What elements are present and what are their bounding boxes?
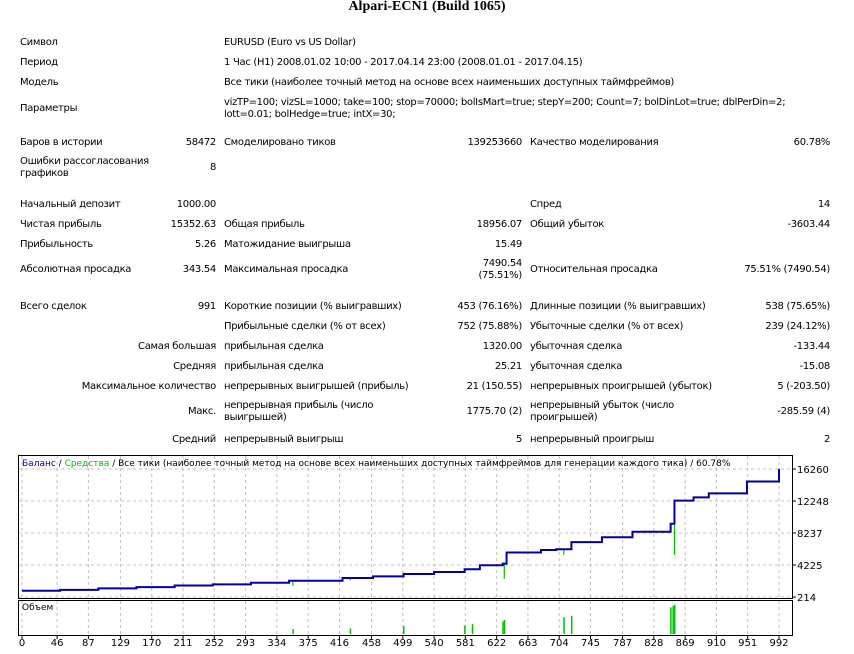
x-tick-label: 334: [267, 638, 286, 649]
volume-bar: [673, 604, 676, 634]
x-tick-label: 992: [769, 638, 788, 649]
x-tick-label: 828: [644, 638, 663, 649]
volume-bar: [570, 615, 573, 634]
x-tick-label: 540: [425, 638, 444, 649]
x-tick-label: 46: [51, 638, 64, 649]
volume-plot-frame: [18, 600, 793, 636]
legend-equity: Средства: [65, 459, 110, 469]
y-tick-label: 4225: [797, 561, 822, 572]
x-tick-label: 910: [707, 638, 726, 649]
volume-bar: [403, 626, 405, 634]
x-tick-label: 704: [550, 638, 569, 649]
x-tick-label: 581: [456, 638, 475, 649]
x-tick-label: 458: [362, 638, 381, 649]
y-tick-label: 214: [797, 593, 816, 604]
volume-bar: [471, 624, 474, 634]
x-tick-label: 0: [19, 638, 25, 649]
volume-bar: [292, 629, 294, 634]
x-tick-label: 869: [676, 638, 695, 649]
x-tick-label: 293: [236, 638, 255, 649]
volume-bar: [563, 617, 565, 634]
x-tick-label: 622: [487, 638, 506, 649]
x-tick-label: 951: [738, 638, 757, 649]
legend-balance: Баланс: [22, 459, 56, 469]
legend-description: / Все тики (наиболее точный метод на осн…: [109, 459, 731, 469]
x-tick-label: 787: [613, 638, 632, 649]
y-tick-label: 8237: [797, 529, 822, 540]
volume-bar: [670, 607, 672, 634]
x-tick-label: 416: [330, 638, 349, 649]
volume-label: Объем: [22, 603, 53, 613]
chart-legend: Баланс / Средства / Все тики (наиболее т…: [22, 459, 731, 469]
x-tick-label: 170: [142, 638, 161, 649]
volume-bar: [672, 606, 674, 634]
x-tick-label: 745: [581, 638, 600, 649]
y-tick-label: 12248: [797, 497, 829, 508]
volume-bar: [503, 620, 506, 634]
y-tick-label: 16260: [797, 465, 829, 476]
x-tick-label: 87: [82, 638, 95, 649]
x-tick-label: 129: [111, 638, 130, 649]
legend-sep: /: [56, 459, 65, 469]
balance-chart: 0 46 87 129 170 211 252 293 334 375 416 458 499 540 58…: [18, 455, 829, 649]
main-plot-frame: [18, 455, 793, 599]
x-tick-label: 663: [518, 638, 537, 649]
volume-bar: [349, 628, 352, 634]
x-tick-label: 252: [205, 638, 224, 649]
volume-bar: [502, 621, 504, 634]
x-tick-label: 499: [393, 638, 412, 649]
x-tick-label: 211: [173, 638, 192, 649]
volume-bar: [464, 625, 466, 634]
x-tick-label: 375: [299, 638, 318, 649]
